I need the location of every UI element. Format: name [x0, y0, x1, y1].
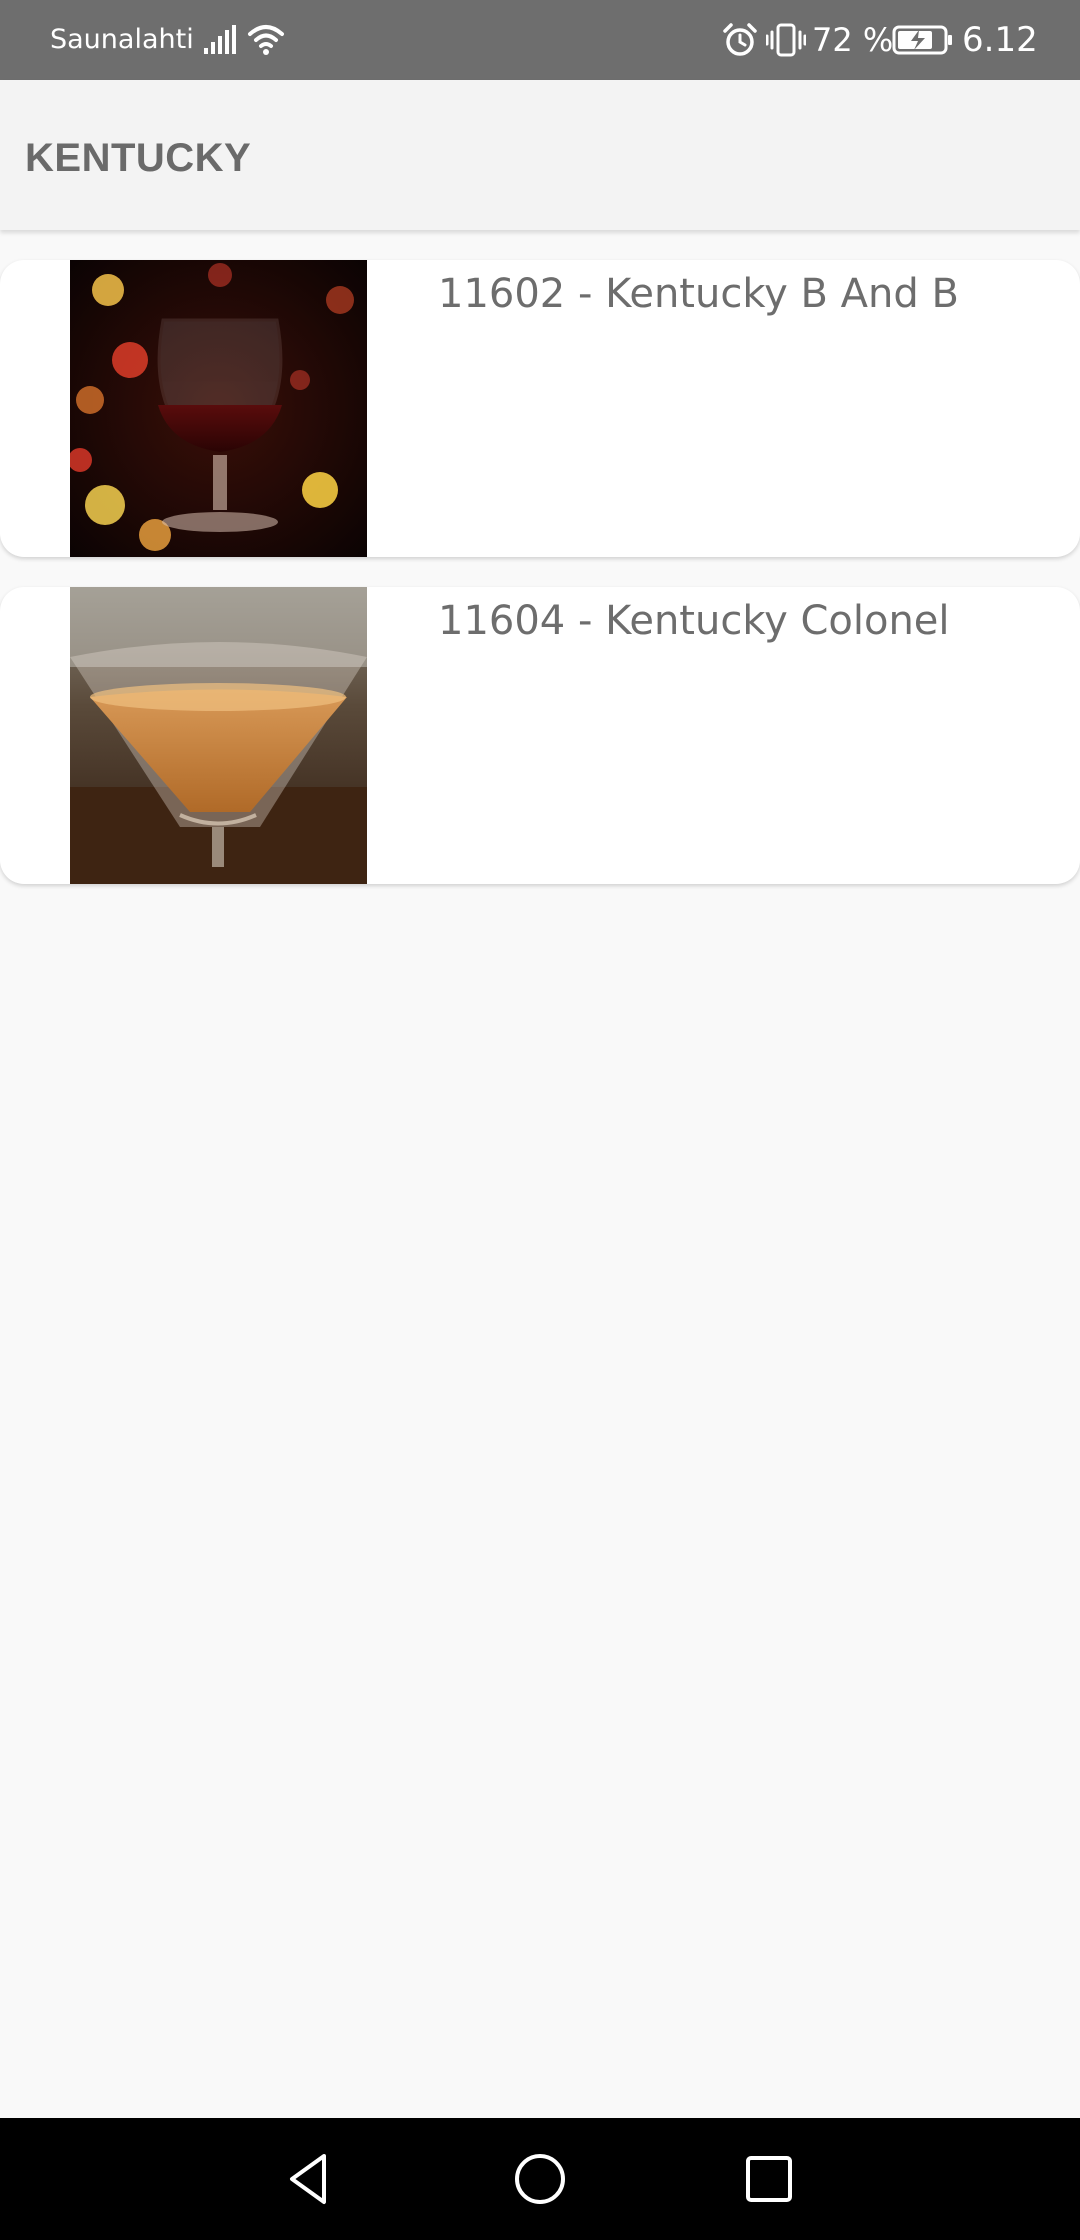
clock: 6.12 [962, 20, 1038, 60]
system-nav-bar [0, 2118, 1080, 2240]
page-title: KENTUCKY [25, 136, 252, 180]
carrier-name: Saunalahti [50, 24, 194, 55]
martini-glass-image [70, 587, 367, 884]
drink-name: 11602 - Kentucky B And B [438, 271, 959, 317]
status-bar: Saunalahti 72 % 6.12 [0, 0, 1080, 80]
vibrate-icon [766, 23, 806, 57]
back-icon[interactable] [278, 2148, 340, 2210]
list-item-drink[interactable]: 11602 - Kentucky B And B [0, 260, 1080, 557]
app-bar: KENTUCKY [0, 80, 1080, 230]
alarm-icon [723, 23, 757, 56]
wifi-icon [248, 25, 284, 55]
drink-name: 11604 - Kentucky Colonel [438, 598, 950, 644]
brandy-snifter-image [70, 260, 367, 557]
recents-icon[interactable] [738, 2148, 800, 2210]
list-item-drink[interactable]: 11604 - Kentucky Colonel [0, 587, 1080, 884]
battery-charging-icon [892, 25, 952, 55]
signal-icon [204, 25, 236, 54]
home-icon[interactable] [509, 2148, 571, 2210]
battery-percent: 72 % [812, 21, 894, 59]
